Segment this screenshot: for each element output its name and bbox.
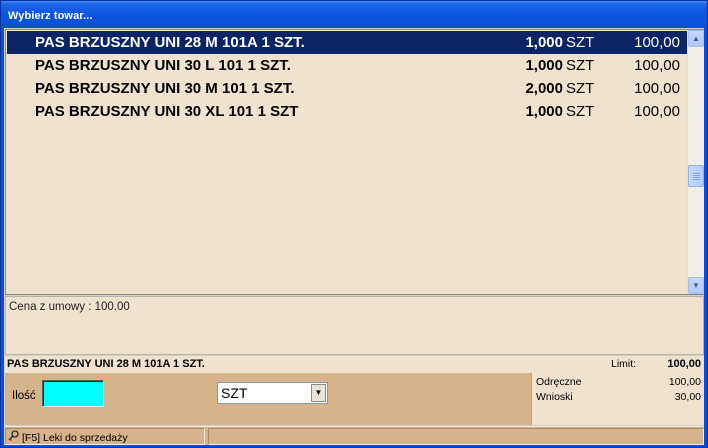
odreczne-value: 100,00 [668, 376, 701, 388]
product-price: 100,00 [634, 103, 680, 120]
selected-product-name: PAS BRZUSZNY UNI 28 M 101A 1 SZT. [7, 358, 205, 370]
odreczne-label: Odręczne [536, 376, 582, 388]
quantity-input[interactable] [42, 380, 104, 407]
status-shortcut-text: [F5] Leki do sprzedaży [22, 432, 128, 445]
chevron-down-icon: ▼ [692, 281, 700, 290]
selected-product-bar: PAS BRZUSZNY UNI 28 M 101A 1 SZT. Limit:… [5, 356, 704, 373]
product-unit: SZT [566, 57, 595, 74]
list-scrollbar[interactable]: ▲ ▼ [687, 30, 704, 294]
chevron-down-icon[interactable]: ▼ [311, 384, 326, 402]
status-cell-empty [208, 428, 704, 445]
product-row[interactable]: PAS BRZUSZNY UNI 30 L 101 1 SZT. 1,000 S… [7, 54, 687, 77]
scroll-thumb[interactable] [688, 165, 704, 187]
product-qty: 1,000 [525, 34, 563, 51]
quantity-label: Ilość [12, 390, 36, 402]
product-name: PAS BRZUSZNY UNI 28 M 101A 1 SZT. [35, 34, 305, 51]
status-cell-shortcut[interactable]: [F5] Leki do sprzedaży [5, 428, 205, 445]
status-bar: [F5] Leki do sprzedaży [5, 426, 704, 445]
limit-value: 100,00 [667, 358, 701, 370]
limit-label: Limit: [611, 358, 637, 370]
wnioski-label: Wnioski [536, 391, 573, 403]
product-qty: 1,000 [525, 57, 563, 74]
limits-panel: Odręczne 100,00 Wnioski 30,00 [531, 373, 704, 425]
scroll-up-button[interactable]: ▲ [688, 30, 704, 47]
unit-select[interactable]: SZT ▼ [217, 382, 328, 404]
contract-price-text: Cena z umowy : 100.00 [9, 301, 130, 313]
product-unit: SZT [566, 34, 595, 51]
grip-line [693, 173, 700, 174]
chevron-up-icon: ▲ [692, 34, 700, 43]
contract-price-info: Cena z umowy : 100.00 [5, 296, 704, 355]
product-name: PAS BRZUSZNY UNI 30 M 101 1 SZT. [35, 80, 295, 97]
grip-line [693, 177, 700, 178]
scroll-down-button[interactable]: ▼ [688, 277, 704, 294]
product-price: 100,00 [634, 57, 680, 74]
product-name: PAS BRZUSZNY UNI 30 XL 101 1 SZT [35, 103, 299, 120]
product-unit: SZT [566, 80, 595, 97]
order-form: Ilość SZT ▼ Odręczne 100,00 Wnioski 30,0… [5, 373, 704, 425]
product-qty: 2,000 [525, 80, 563, 97]
window-client-area: PAS BRZUSZNY UNI 28 M 101A 1 SZT. 1,000 … [4, 28, 704, 445]
product-name: PAS BRZUSZNY UNI 30 L 101 1 SZT. [35, 57, 291, 74]
product-picker-window: Wybierz towar... PAS BRZUSZNY UNI 28 M 1… [0, 0, 708, 448]
product-row[interactable]: PAS BRZUSZNY UNI 30 M 101 1 SZT. 2,000 S… [7, 77, 687, 100]
product-price: 100,00 [634, 80, 680, 97]
window-title: Wybierz towar... [1, 1, 707, 28]
product-list[interactable]: PAS BRZUSZNY UNI 28 M 101A 1 SZT. 1,000 … [5, 29, 704, 295]
grip-line [693, 175, 700, 176]
grip-line [693, 179, 700, 180]
product-row[interactable]: PAS BRZUSZNY UNI 28 M 101A 1 SZT. 1,000 … [7, 31, 687, 54]
product-row[interactable]: PAS BRZUSZNY UNI 30 XL 101 1 SZT 1,000 S… [7, 100, 687, 123]
product-unit: SZT [566, 103, 595, 120]
wnioski-row: Wnioski 30,00 [536, 391, 701, 405]
product-price: 100,00 [634, 34, 680, 51]
odreczne-row: Odręczne 100,00 [536, 376, 701, 390]
product-qty: 1,000 [525, 103, 563, 120]
wnioski-value: 30,00 [674, 391, 701, 403]
key-icon [8, 429, 20, 447]
unit-select-value: SZT [221, 385, 248, 401]
